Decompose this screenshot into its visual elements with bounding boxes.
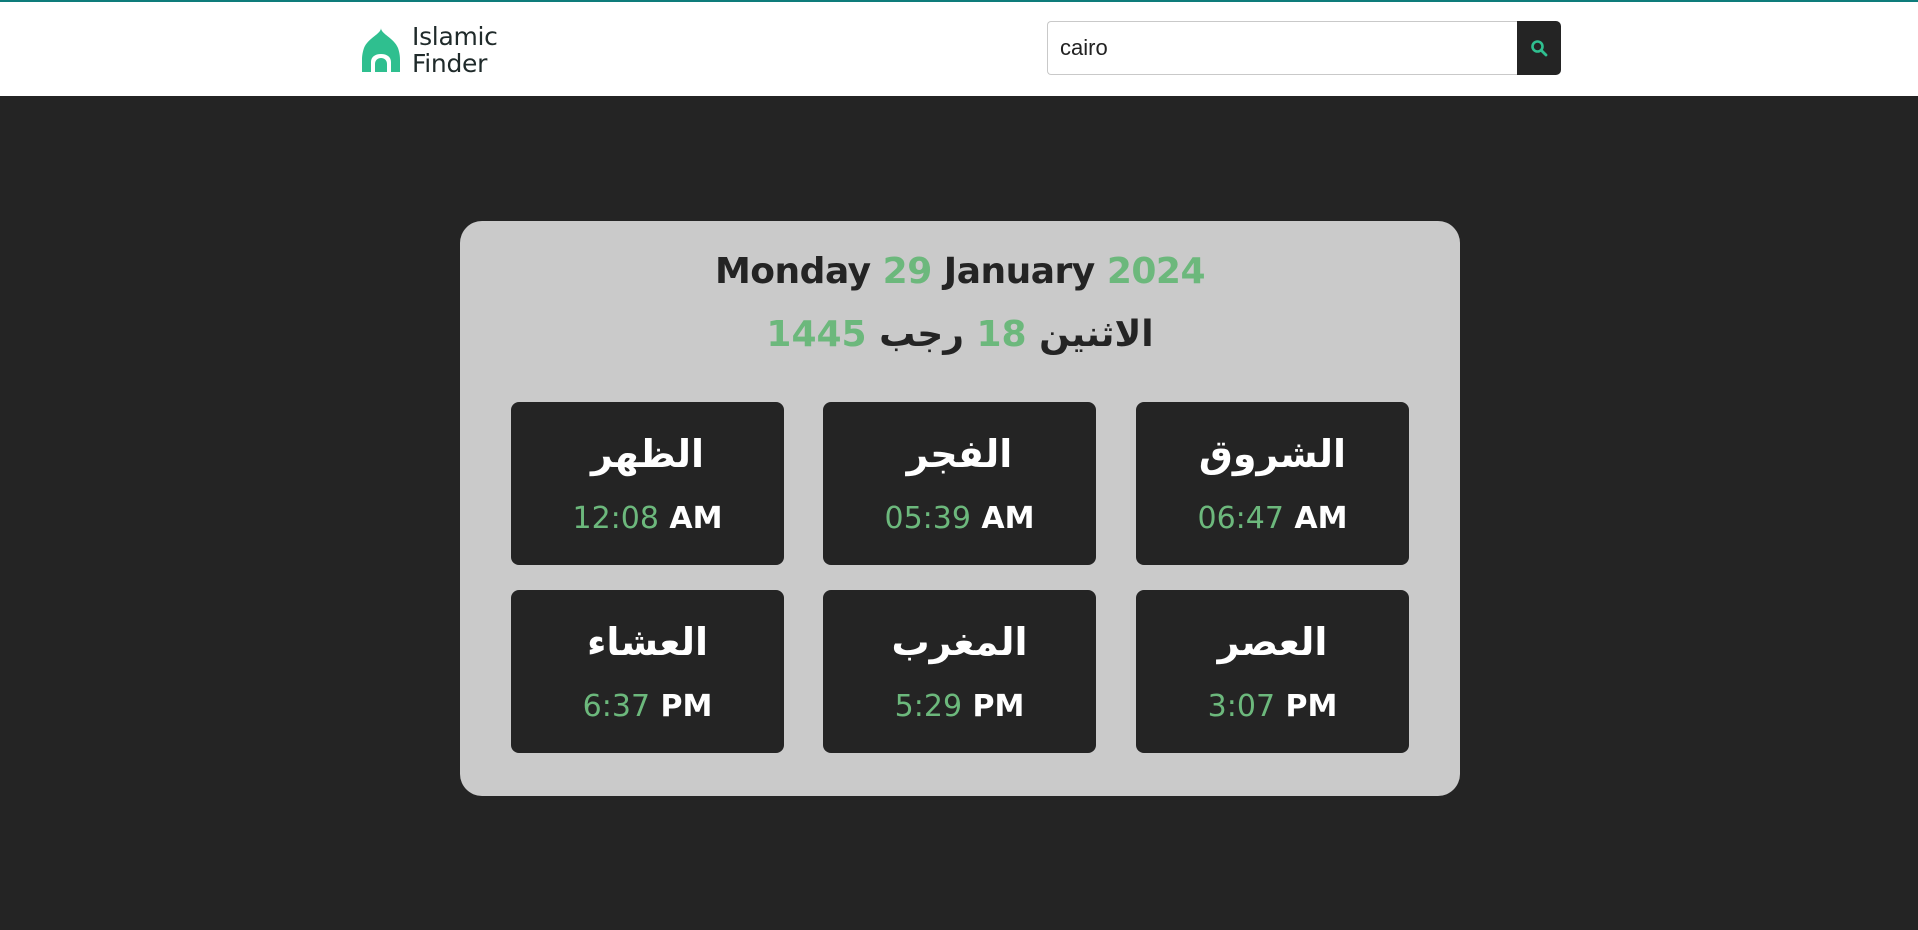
prayer-name: الظهر — [590, 432, 705, 476]
prayer-clock: 05:39 — [884, 501, 971, 536]
prayer-time: 6:37 PM — [511, 689, 784, 724]
prayer-period: AM — [981, 501, 1035, 536]
mosque-dome-icon — [362, 28, 400, 72]
prayer-tile-maghrib: المغرب 5:29 PM — [823, 590, 1096, 753]
prayer-name: الفجر — [906, 432, 1013, 476]
search-button[interactable] — [1517, 21, 1561, 75]
prayer-tile-dhuhr: الظهر 12:08 AM — [511, 402, 784, 565]
prayer-period: PM — [1285, 689, 1338, 724]
prayer-time: 3:07 PM — [1136, 689, 1409, 724]
search-bar — [1047, 21, 1561, 75]
logo-line-1: Islamic — [412, 22, 498, 51]
prayer-name: العصر — [1217, 620, 1328, 664]
search-icon — [1531, 40, 1548, 57]
prayer-period: AM — [669, 501, 723, 536]
site-header: Islamic Finder — [0, 2, 1918, 96]
prayer-time: 05:39 AM — [823, 501, 1096, 536]
prayer-tile-fajr: الفجر 05:39 AM — [823, 402, 1096, 565]
hijri-date: الاثنين 18 رجب 1445 — [460, 314, 1460, 355]
prayer-tile-sunrise: الشروق 06:47 AM — [1136, 402, 1409, 565]
hijri-weekday: الاثنين — [1039, 314, 1154, 355]
prayer-clock: 3:07 — [1207, 689, 1276, 724]
prayer-times-card: Monday 29 January 2024 الاثنين 18 رجب 14… — [460, 221, 1460, 796]
prayer-name: العشاء — [586, 620, 709, 664]
prayer-time: 5:29 PM — [823, 689, 1096, 724]
logo-text: Islamic Finder — [412, 23, 498, 77]
hijri-day: 18 — [976, 314, 1027, 355]
gregorian-month: January — [943, 251, 1095, 292]
prayer-time: 12:08 AM — [511, 501, 784, 536]
prayer-clock: 12:08 — [572, 501, 659, 536]
prayer-period: PM — [972, 689, 1025, 724]
hijri-year: 1445 — [766, 314, 867, 355]
prayer-period: AM — [1294, 501, 1348, 536]
logo[interactable]: Islamic Finder — [358, 23, 498, 77]
search-input[interactable] — [1047, 21, 1517, 75]
prayer-time: 06:47 AM — [1136, 501, 1409, 536]
prayer-period: PM — [660, 689, 713, 724]
gregorian-weekday: Monday — [714, 251, 871, 292]
prayer-clock: 6:37 — [582, 689, 651, 724]
prayer-name: الشروق — [1198, 432, 1347, 476]
gregorian-date: Monday 29 January 2024 — [460, 251, 1460, 292]
hijri-month: رجب — [879, 314, 964, 355]
gregorian-year: 2024 — [1106, 251, 1206, 292]
prayer-clock: 5:29 — [894, 689, 963, 724]
logo-line-2: Finder — [412, 49, 488, 78]
prayer-tile-isha: العشاء 6:37 PM — [511, 590, 784, 753]
prayer-tile-asr: العصر 3:07 PM — [1136, 590, 1409, 753]
prayer-clock: 06:47 — [1197, 501, 1284, 536]
prayer-name: المغرب — [891, 620, 1028, 664]
gregorian-day: 29 — [882, 251, 933, 292]
